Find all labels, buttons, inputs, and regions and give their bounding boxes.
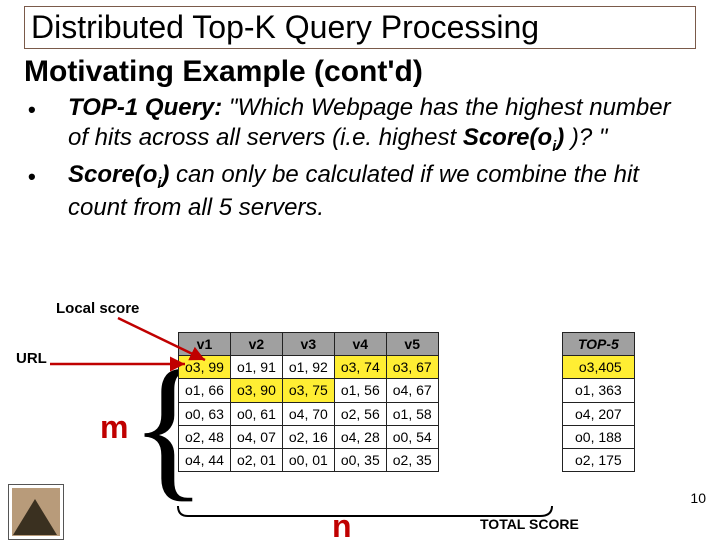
slide-title: Distributed Top-K Query Processing xyxy=(31,9,689,46)
bullet-dot-icon: • xyxy=(28,93,68,123)
top5-table: TOP-5 o3,405 o1, 363 o4, 207 o0, 188 o2,… xyxy=(562,332,635,472)
bullet-1-text: TOP-1 Query: "Which Webpage has the high… xyxy=(68,93,692,156)
label-total-score: TOTAL SCORE xyxy=(480,516,579,532)
bullet-1: • TOP-1 Query: "Which Webpage has the hi… xyxy=(28,93,692,156)
table-header-row: v1 v2 v3 v4 v5 xyxy=(179,333,439,356)
col-header: v1 xyxy=(179,333,231,356)
col-header: v5 xyxy=(386,333,438,356)
label-m: m xyxy=(100,409,128,446)
col-header: TOP-5 xyxy=(563,333,635,356)
table-row: o1, 363 xyxy=(563,379,635,402)
table-row: o0, 63o0, 61o4, 70o2, 56o1, 58 xyxy=(179,402,439,425)
label-url: URL xyxy=(16,350,47,367)
table-header-row: TOP-5 xyxy=(563,333,635,356)
table-row: o4, 207 xyxy=(563,402,635,425)
label-local-score: Local score xyxy=(56,300,139,317)
page-number: 10 xyxy=(690,490,706,506)
slide-subtitle: Motivating Example (cont'd) xyxy=(24,55,696,89)
col-header: v2 xyxy=(230,333,282,356)
table-row: o2, 48o4, 07o2, 16o4, 28o0, 54 xyxy=(179,425,439,448)
table-row: o0, 188 xyxy=(563,425,635,448)
table-row: o3, 99o1, 91o1, 92o3, 74o3, 67 xyxy=(179,356,439,379)
col-header: v4 xyxy=(334,333,386,356)
bullet-dot-icon: • xyxy=(28,160,68,190)
col-header: v3 xyxy=(282,333,334,356)
org-logo-icon xyxy=(8,484,64,540)
table-row: o2, 175 xyxy=(563,448,635,471)
label-n: n xyxy=(332,508,352,540)
bullet-2: • Score(oi) can only be calculated if we… xyxy=(28,160,692,223)
server-scores-table: v1 v2 v3 v4 v5 o3, 99o1, 91o1, 92o3, 74o… xyxy=(178,332,439,472)
title-box: Distributed Top-K Query Processing xyxy=(24,6,696,49)
bullet-list: • TOP-1 Query: "Which Webpage has the hi… xyxy=(28,93,692,223)
bullet-2-text: Score(oi) can only be calculated if we c… xyxy=(68,160,692,223)
table-row: o3,405 xyxy=(563,356,635,379)
table-row: o4, 44o2, 01o0, 01o0, 35o2, 35 xyxy=(179,448,439,471)
table-row: o1, 66o3, 90o3, 75o1, 56o4, 67 xyxy=(179,379,439,402)
